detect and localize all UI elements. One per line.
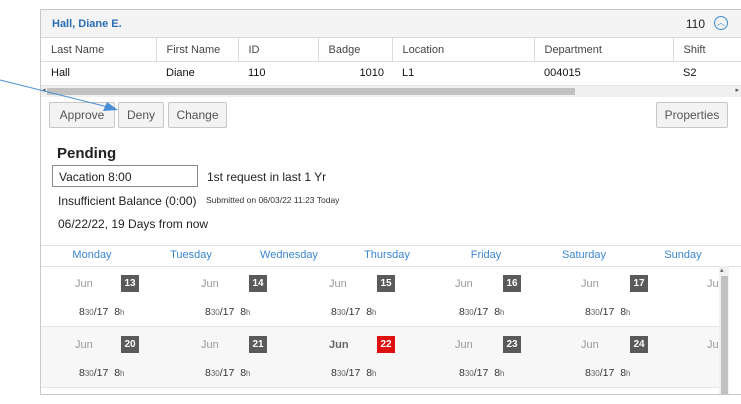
- month-label: Jun: [75, 278, 93, 290]
- col-id[interactable]: ID: [238, 38, 319, 62]
- cell-id: 110: [248, 66, 266, 79]
- cell-department: 004015: [544, 66, 581, 79]
- hours-summary: 830/17 8h: [205, 367, 251, 379]
- horizontal-scrollbar[interactable]: ◂ ▸: [41, 85, 741, 97]
- hours-summary: 830/17 8h: [459, 367, 505, 379]
- properties-button[interactable]: Properties: [656, 102, 728, 128]
- col-last-name[interactable]: Last Name: [41, 38, 157, 62]
- scroll-left-icon[interactable]: ◂: [42, 86, 46, 94]
- day-number[interactable]: 17: [630, 275, 648, 292]
- hours-summary: 830/17 8h: [205, 306, 251, 318]
- day-number[interactable]: 15: [377, 275, 395, 292]
- grid-header-row: Last Name First Name ID Badge Location D…: [41, 38, 741, 62]
- request-type-field[interactable]: Vacation 8:00: [52, 165, 198, 187]
- day-monday: Monday: [72, 249, 112, 261]
- month-label: Jun: [581, 339, 599, 351]
- hours-summary: 830/17 8h: [331, 367, 377, 379]
- day-number[interactable]: 24: [630, 336, 648, 353]
- cell-shift: S2: [683, 66, 697, 79]
- scroll-right-icon[interactable]: ▸: [735, 86, 739, 94]
- employee-header: Hall, Diane E. 110 ︿: [41, 10, 741, 38]
- scroll-up-icon[interactable]: ▴: [720, 266, 724, 274]
- day-friday: Friday: [470, 249, 502, 261]
- employee-id: 110: [685, 17, 705, 31]
- month-label: Jun: [201, 339, 219, 351]
- calendar-day-header: Monday Tuesday Wednesday Thursday Friday…: [41, 245, 741, 267]
- hours-summary: 830/17 8h: [585, 367, 631, 379]
- request-count-note: 1st request in last 1 Yr: [207, 170, 327, 184]
- hours-summary: 830/17 8h: [585, 306, 631, 318]
- request-status: Pending: [57, 145, 117, 162]
- month-label: Jun: [581, 278, 599, 290]
- day-sunday: Sunday: [664, 249, 702, 261]
- day-number[interactable]: 16: [503, 275, 521, 292]
- day-number[interactable]: 21: [249, 336, 267, 353]
- col-location[interactable]: Location: [392, 38, 535, 62]
- col-shift[interactable]: Shift: [673, 38, 741, 62]
- hours-summary: 830/17 8h: [79, 306, 125, 318]
- cell-location: L1: [402, 66, 415, 79]
- day-number[interactable]: 23: [503, 336, 521, 353]
- day-number[interactable]: 20: [121, 336, 139, 353]
- horizontal-scroll-thumb[interactable]: [47, 88, 575, 95]
- day-wednesday: Wednesday: [260, 249, 318, 261]
- employee-name[interactable]: Hall, Diane E.: [52, 18, 122, 30]
- day-number[interactable]: 13: [121, 275, 139, 292]
- col-badge[interactable]: Badge: [318, 38, 393, 62]
- month-label: Jun: [329, 278, 347, 290]
- month-label-partial: Ju: [707, 339, 719, 351]
- col-first-name[interactable]: First Name: [156, 38, 239, 62]
- day-saturday: Saturday: [561, 249, 607, 261]
- vertical-scroll-thumb[interactable]: [721, 276, 728, 394]
- calendar-week: Jun 20 830/17 8h Jun 21 830/17 8h Jun 22…: [41, 327, 719, 388]
- col-department[interactable]: Department: [534, 38, 674, 62]
- cell-last-name: Hall: [51, 66, 70, 79]
- request-date-note: 06/22/22, 19 Days from now: [58, 217, 209, 231]
- cell-badge: 1010: [359, 66, 384, 79]
- change-button[interactable]: Change: [168, 102, 227, 128]
- month-label: Jun: [75, 339, 93, 351]
- day-thursday: Thursday: [364, 249, 410, 261]
- table-row[interactable]: Hall Diane 110 1010 L1 004015 S2: [41, 62, 741, 84]
- day-number[interactable]: 14: [249, 275, 267, 292]
- hours-summary: 830/17 8h: [331, 306, 377, 318]
- day-number-selected[interactable]: 22: [377, 336, 395, 353]
- employee-grid: Last Name First Name ID Badge Location D…: [41, 38, 741, 83]
- cell-first-name: Diane: [166, 66, 195, 79]
- hours-summary: 830/17 8h: [79, 367, 125, 379]
- vertical-scrollbar[interactable]: ▴: [719, 266, 729, 394]
- approve-button[interactable]: Approve: [49, 102, 115, 128]
- day-tuesday: Tuesday: [170, 249, 212, 261]
- calendar-week: Jun 13 830/17 8h Jun 14 830/17 8h Jun 15…: [41, 266, 719, 327]
- collapse-chevron-up-icon[interactable]: ︿: [714, 16, 728, 30]
- submitted-note: Submitted on 06/03/22 11:23 Today: [206, 195, 340, 205]
- month-label: Jun: [455, 339, 473, 351]
- calendar-grid: Jun 13 830/17 8h Jun 14 830/17 8h Jun 15…: [41, 266, 719, 394]
- balance-note: Insufficient Balance (0:00): [58, 194, 197, 208]
- hours-summary: 830/17 8h: [459, 306, 505, 318]
- request-panel: Hall, Diane E. 110 ︿ Last Name First Nam…: [40, 9, 741, 395]
- month-label: Jun: [455, 278, 473, 290]
- deny-button[interactable]: Deny: [118, 102, 164, 128]
- month-label-partial: Ju: [707, 278, 719, 290]
- month-label: Jun: [329, 339, 349, 351]
- month-label: Jun: [201, 278, 219, 290]
